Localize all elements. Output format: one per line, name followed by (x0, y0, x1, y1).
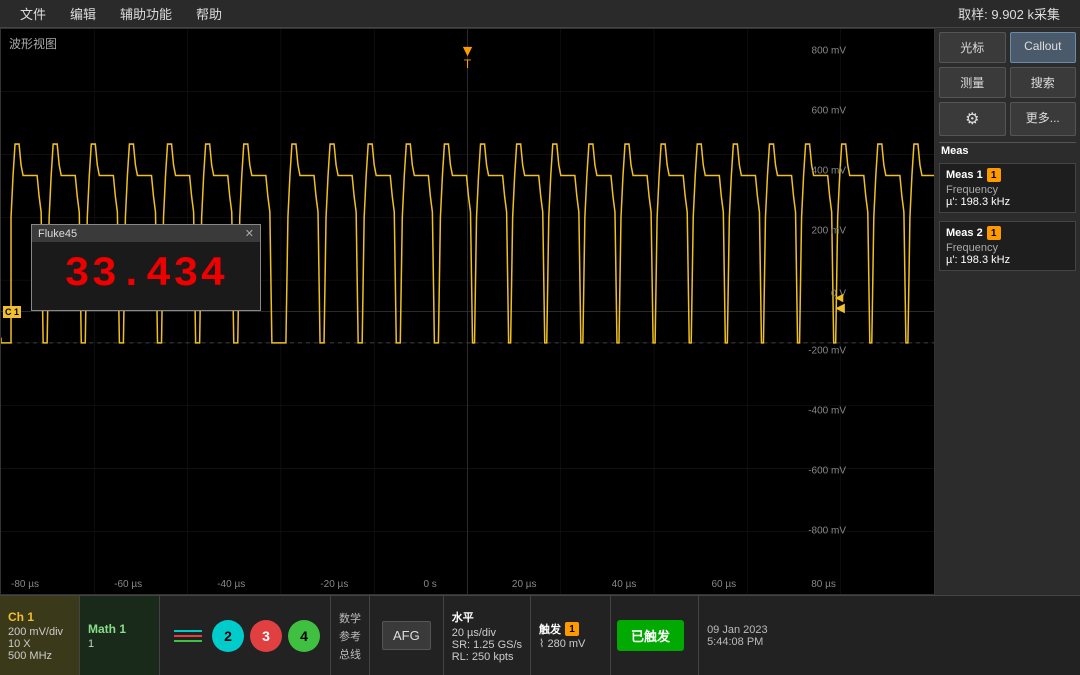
main-layout: 波形视图 ▼T (0, 28, 1080, 595)
volt-label-200: 200 mV (812, 226, 846, 237)
menu-bar: 文件 编辑 辅助功能 帮助 取样: 9.902 k采集 (0, 0, 1080, 28)
search-button[interactable]: 搜索 (1010, 67, 1077, 98)
fluke-value: 33.434 (32, 242, 260, 310)
voltage-cursor: ◄ (832, 289, 846, 305)
channel-lines (170, 630, 206, 642)
volt-label-n400: -400 mV (808, 406, 846, 417)
meas1-title: Meas 1 1 (946, 168, 1069, 182)
channel-buttons-group: 2 3 4 (160, 596, 331, 675)
horiz-rl: RL: 250 kpts (452, 651, 522, 663)
math-ref-label3: 总线 (339, 646, 361, 662)
time-label-n20: -20 µs (320, 579, 348, 590)
time-label-80: 80 µs (811, 579, 836, 590)
ch2-line (174, 630, 202, 632)
time-axis: -80 µs -60 µs -40 µs -20 µs 0 s 20 µs 40… (1, 579, 846, 590)
meas1-label: Meas 1 (946, 169, 983, 181)
horizontal-label: 水平 (452, 609, 522, 625)
trigger-slope-icon: ⌇ (539, 638, 544, 650)
meas2-freq-label: Frequency (946, 242, 1069, 254)
waveform-area[interactable]: 波形视图 ▼T (0, 28, 935, 595)
panel-btn-row-3: ⚙ 更多... (939, 102, 1076, 136)
horiz-sr: SR: 1.25 GS/s (452, 639, 522, 651)
right-panel: 光标 Callout 测量 搜索 ⚙ 更多... Meas Meas 1 1 F… (935, 28, 1080, 595)
ch1-marker: C 1 (3, 306, 21, 318)
menu-help[interactable]: 帮助 (184, 4, 234, 23)
ch4-button[interactable]: 4 (288, 620, 320, 652)
time-label-n40: -40 µs (217, 579, 245, 590)
meas-header: Meas (939, 142, 1076, 159)
more-button[interactable]: 更多... (1010, 102, 1077, 136)
datetime-section: 09 Jan 2023 5:44:08 PM (699, 596, 799, 675)
fluke-overlay: Fluke45 ✕ 33.434 (31, 224, 261, 311)
grid-svg (1, 29, 934, 594)
panel-btn-row-1: 光标 Callout (939, 32, 1076, 63)
time-label-40: 40 µs (612, 579, 637, 590)
fluke-close-button[interactable]: ✕ (245, 227, 254, 240)
trigger-slope: ⌇ 280 mV (539, 637, 602, 650)
ch4-line (174, 640, 202, 642)
trigger-label: 触发 (539, 621, 561, 637)
volt-label-600: 600 mV (812, 106, 846, 117)
math-ref-bus-section: 数学 参考 总线 (331, 596, 370, 675)
triggered-section: 已触发 (611, 596, 699, 675)
math-value: 1 (88, 638, 151, 650)
ch2-button[interactable]: 2 (212, 620, 244, 652)
meas1-badge: 1 (987, 168, 1001, 182)
time-label-n80: -80 µs (11, 579, 39, 590)
waveform-title: 波形视图 (9, 35, 57, 52)
math-ref-label2: 参考 (339, 628, 361, 644)
meas2-freq-value: µ': 198.3 kHz (946, 254, 1069, 266)
meas2-title: Meas 2 1 (946, 226, 1069, 240)
bottom-bar: Ch 1 200 mV/div 10 X 500 MHz Math 1 1 2 … (0, 595, 1080, 675)
horizontal-section: 水平 20 µs/div SR: 1.25 GS/s RL: 250 kpts (444, 596, 531, 675)
ch1-info-section: Ch 1 200 mV/div 10 X 500 MHz (0, 596, 80, 675)
meas1-freq-label: Frequency (946, 184, 1069, 196)
volt-label-n800: -800 mV (808, 526, 846, 537)
horiz-div: 20 µs/div (452, 627, 522, 639)
fluke-title: Fluke45 (38, 228, 77, 240)
trigger-badge: 1 (565, 622, 579, 636)
afg-button[interactable]: AFG (382, 621, 431, 650)
math-ref-label1: 数学 (339, 610, 361, 626)
panel-btn-row-2: 测量 搜索 (939, 67, 1076, 98)
volt-label-400: 400 mV (812, 166, 846, 177)
meas1-freq-value: µ': 198.3 kHz (946, 196, 1069, 208)
meas2-label: Meas 2 (946, 227, 983, 239)
menu-edit[interactable]: 编辑 (58, 4, 108, 23)
meas2-section: Meas 2 1 Frequency µ': 198.3 kHz (939, 221, 1076, 271)
trigger-header: 触发 1 (539, 621, 602, 637)
trigger-value: 280 mV (547, 638, 585, 650)
meas2-badge: 1 (987, 226, 1001, 240)
measure-button[interactable]: 测量 (939, 67, 1006, 98)
menu-file[interactable]: 文件 (8, 4, 58, 23)
time-label-20: 20 µs (512, 579, 537, 590)
time-label-0: 0 s (423, 579, 436, 590)
datetime-time: 5:44:08 PM (707, 636, 791, 648)
ch3-line (174, 635, 202, 637)
meas1-section: Meas 1 1 Frequency µ': 198.3 kHz (939, 163, 1076, 213)
volt-label-800: 800 mV (812, 46, 846, 57)
sample-info: 取样: 9.902 k采集 (958, 4, 1072, 23)
trigger-t-marker: ▼T (460, 43, 476, 71)
math-info-section: Math 1 1 (80, 596, 160, 675)
time-label-60: 60 µs (711, 579, 736, 590)
volt-label-n200: -200 mV (808, 346, 846, 357)
ch1-probe: 10 X (8, 638, 71, 650)
callout-button[interactable]: Callout (1010, 32, 1077, 63)
settings-button[interactable]: ⚙ (939, 102, 1006, 136)
ch1-label: Ch 1 (8, 610, 71, 624)
ch3-button[interactable]: 3 (250, 620, 282, 652)
datetime-date: 09 Jan 2023 (707, 624, 791, 636)
ch1-bw: 500 MHz (8, 650, 71, 662)
triggered-button[interactable]: 已触发 (617, 620, 684, 651)
math-label: Math 1 (88, 622, 151, 636)
trigger-section: 触发 1 ⌇ 280 mV (531, 596, 611, 675)
ch1-div: 200 mV/div (8, 626, 71, 638)
menu-tools[interactable]: 辅助功能 (108, 4, 184, 23)
fluke-titlebar: Fluke45 ✕ (32, 225, 260, 242)
afg-section: AFG (370, 596, 444, 675)
time-label-n60: -60 µs (114, 579, 142, 590)
cursor-button[interactable]: 光标 (939, 32, 1006, 63)
volt-label-n600: -600 mV (808, 466, 846, 477)
